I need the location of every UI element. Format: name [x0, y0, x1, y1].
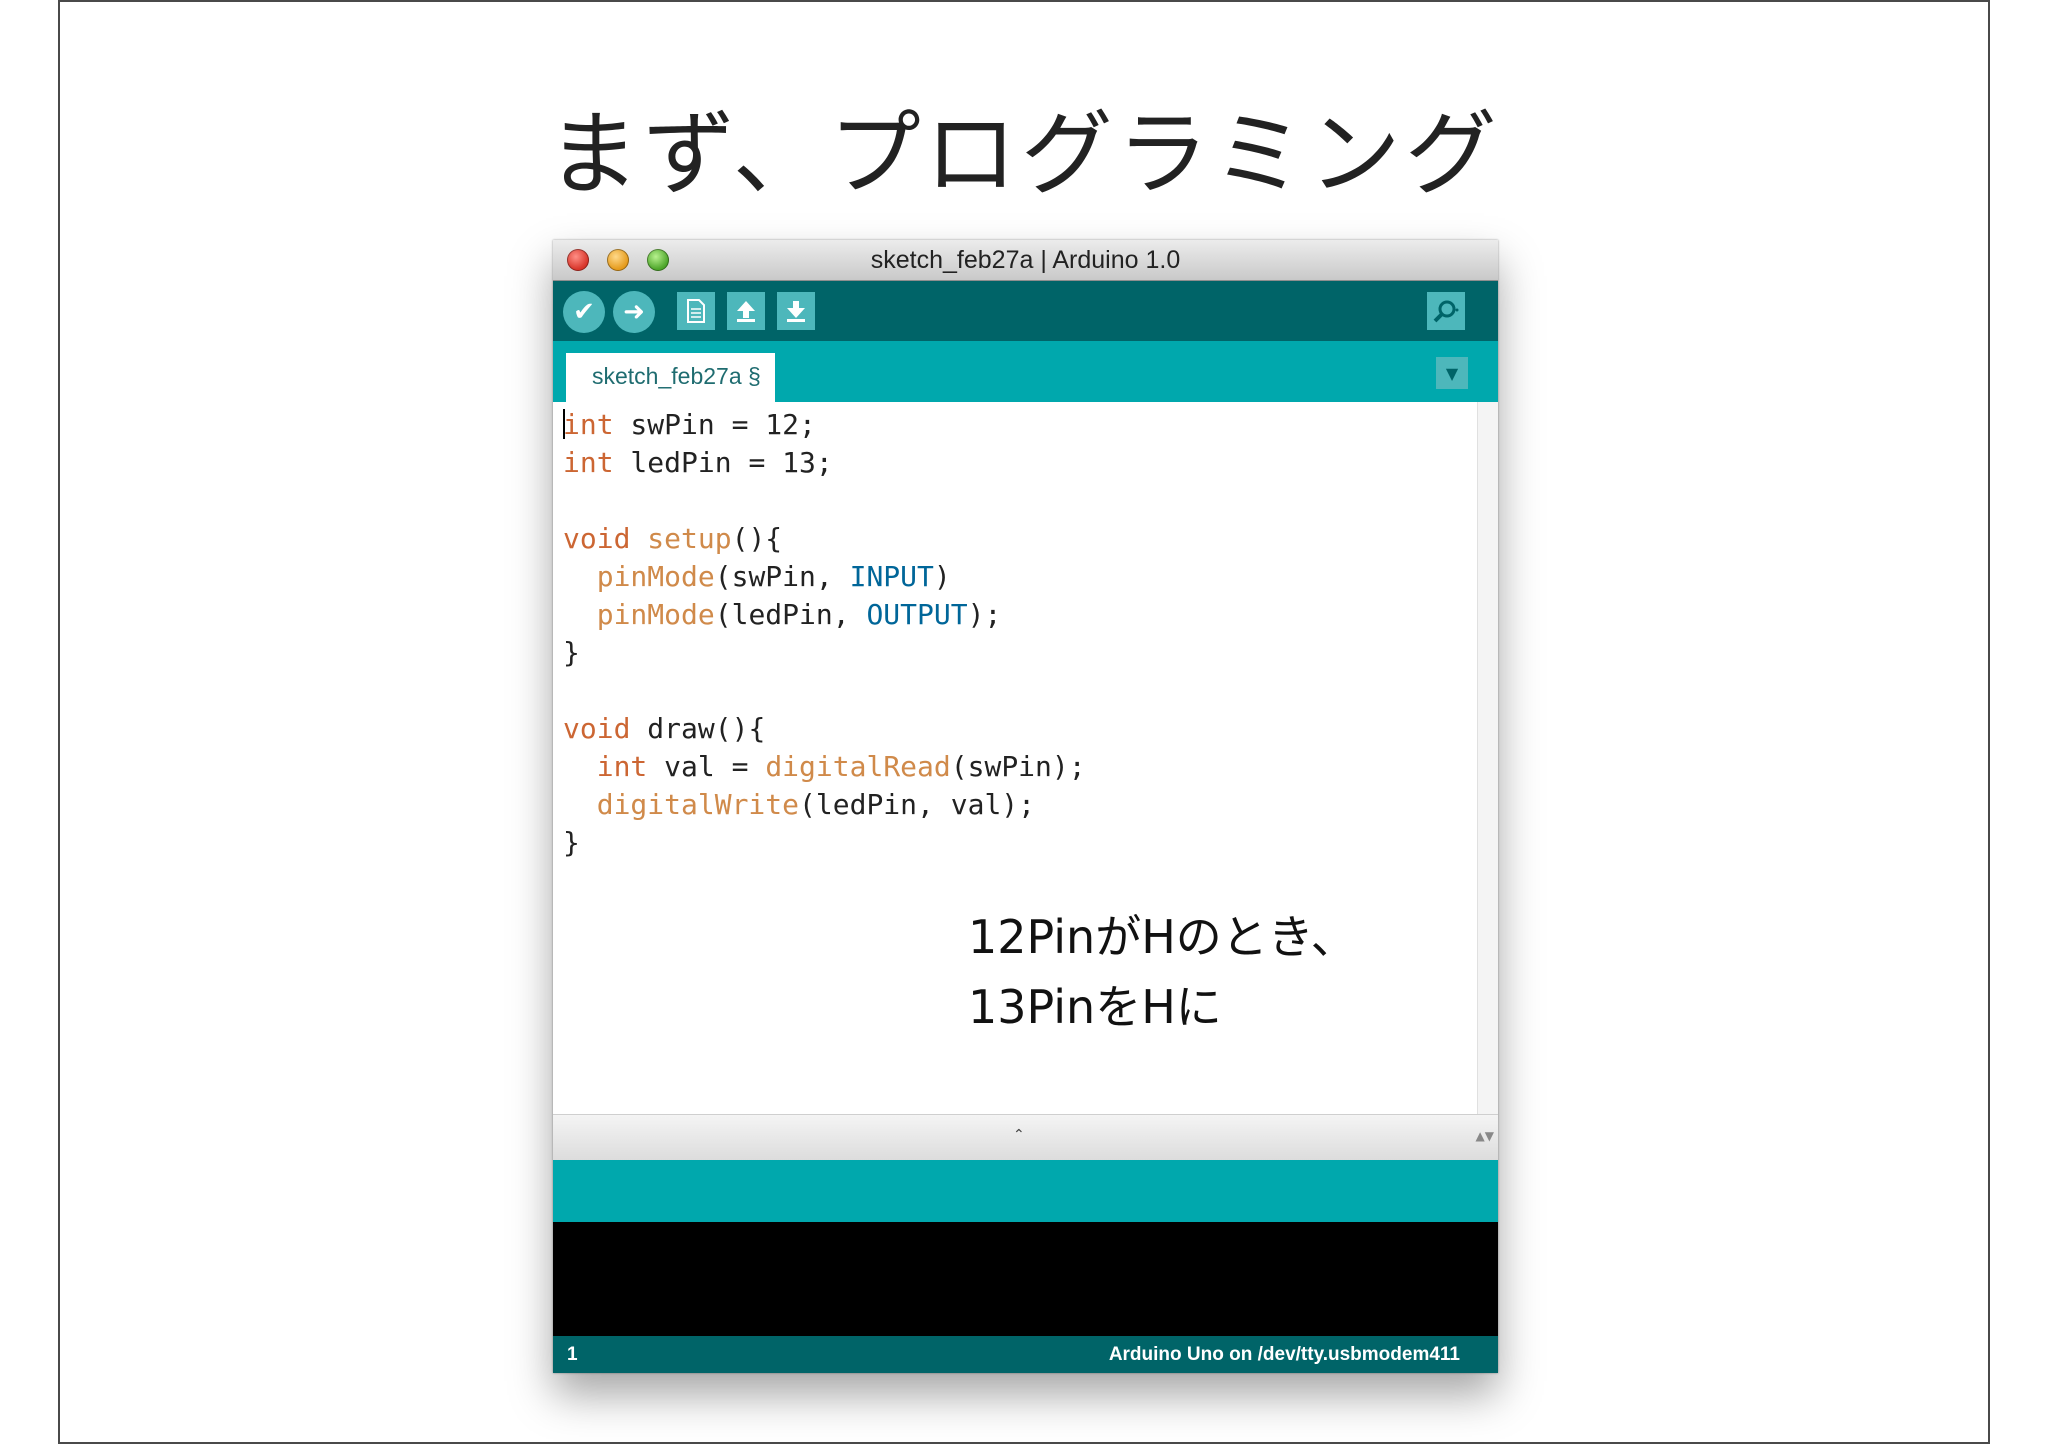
- code-line[interactable]: int ledPin = 13;: [563, 444, 1086, 482]
- slide-title: まず、プログラミング: [547, 101, 1501, 208]
- annotation-line-1: 12PinがHのとき、: [968, 910, 1357, 964]
- code-token: digitalWrite: [596, 788, 800, 821]
- tab-sketch-feb27a[interactable]: sketch_feb27a §: [566, 353, 775, 402]
- code-token: );: [967, 598, 1002, 631]
- code-token: (ledPin, val);: [799, 788, 1036, 821]
- code-token: (swPin);: [950, 750, 1086, 783]
- code-text[interactable]: int swPin = 12; int ledPin = 13; void set…: [563, 406, 1086, 862]
- check-icon: ✔: [573, 297, 595, 327]
- code-token: digitalRead: [765, 750, 951, 783]
- verify-button[interactable]: ✔: [563, 291, 605, 333]
- annotation-text: 12PinがHのとき、 13PinをHに: [968, 902, 1357, 1042]
- scroll-arrows-icon[interactable]: ▲▼: [1476, 1129, 1494, 1143]
- code-token: (ledPin,: [714, 598, 867, 631]
- code-line[interactable]: int swPin = 12;: [563, 406, 1086, 444]
- code-token: int: [596, 750, 648, 783]
- code-line[interactable]: pinMode(swPin, INPUT): [563, 558, 1086, 596]
- arrow-up-icon: [737, 301, 755, 322]
- code-line[interactable]: [563, 672, 1086, 710]
- code-token: draw(){: [630, 712, 766, 745]
- code-token: INPUT: [849, 560, 934, 593]
- code-token: val =: [647, 750, 766, 783]
- code-token: setup: [647, 522, 732, 555]
- code-token: }: [563, 636, 580, 669]
- code-line[interactable]: }: [563, 824, 1086, 862]
- footer-bar: 1 Arduino Uno on /dev/tty.usbmodem411: [553, 1336, 1498, 1373]
- code-token: pinMode: [596, 598, 715, 631]
- triangle-down-icon: ▼: [1445, 363, 1459, 383]
- code-token: int: [563, 408, 614, 441]
- arrow-down-icon: [787, 301, 805, 322]
- code-token: (swPin,: [714, 560, 850, 593]
- code-token: OUTPUT: [866, 598, 968, 631]
- code-token: }: [563, 826, 580, 859]
- editor-scrollbar[interactable]: [1477, 402, 1498, 1114]
- status-bar: [553, 1160, 1498, 1222]
- code-line[interactable]: int val = digitalRead(swPin);: [563, 748, 1086, 786]
- code-token: pinMode: [596, 560, 715, 593]
- console-output[interactable]: [553, 1222, 1498, 1336]
- annotation-line-2: 13PinをHに: [968, 980, 1222, 1034]
- code-token: void: [563, 712, 631, 745]
- code-line[interactable]: [563, 482, 1086, 520]
- arduino-window: sketch_feb27a | Arduino 1.0 ✔ ➜ sketch_f…: [553, 240, 1498, 1373]
- divider-handle-icon[interactable]: ⌃: [1013, 1127, 1025, 1143]
- magnifier-icon: [1433, 300, 1459, 323]
- line-number: 1: [567, 1344, 578, 1365]
- code-token: int: [563, 446, 614, 479]
- window-title: sketch_feb27a | Arduino 1.0: [870, 246, 1181, 274]
- code-editor[interactable]: int swPin = 12; int ledPin = 13; void set…: [553, 402, 1478, 1114]
- code-token: swPin = 12;: [613, 408, 816, 441]
- tab-bar: sketch_feb27a § ▼: [553, 341, 1498, 402]
- document-icon: [687, 299, 705, 323]
- serial-monitor-button[interactable]: [1427, 292, 1465, 330]
- code-line[interactable]: pinMode(ledPin, OUTPUT);: [563, 596, 1086, 634]
- open-sketch-button[interactable]: [727, 292, 765, 330]
- arrow-right-icon: ➜: [623, 297, 645, 327]
- toolbar: ✔ ➜: [553, 281, 1498, 341]
- code-line[interactable]: void setup(){: [563, 520, 1086, 558]
- code-line[interactable]: void draw(){: [563, 710, 1086, 748]
- board-port-status: Arduino Uno on /dev/tty.usbmodem411: [1108, 1344, 1460, 1365]
- code-token: ledPin = 13;: [613, 446, 833, 479]
- code-line[interactable]: digitalWrite(ledPin, val);: [563, 786, 1086, 824]
- window-titlebar[interactable]: sketch_feb27a | Arduino 1.0: [553, 240, 1498, 281]
- editor-console-divider[interactable]: ⌃ ▲▼: [553, 1114, 1498, 1161]
- tab-menu-button[interactable]: ▼: [1436, 357, 1468, 389]
- code-line[interactable]: }: [563, 634, 1086, 672]
- code-token: void: [563, 522, 631, 555]
- code-token: ): [933, 560, 951, 593]
- code-token: (){: [731, 522, 783, 555]
- upload-button[interactable]: ➜: [613, 291, 655, 333]
- new-sketch-button[interactable]: [677, 292, 715, 330]
- save-sketch-button[interactable]: [777, 292, 815, 330]
